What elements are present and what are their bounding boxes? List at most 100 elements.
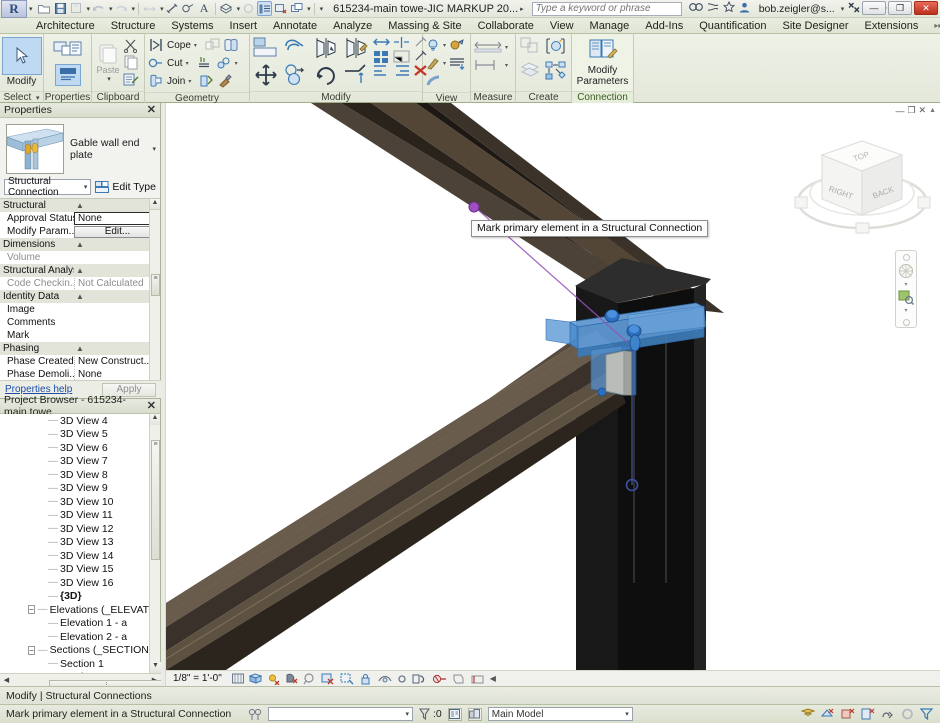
cope-chevron-down-icon[interactable]: ▾ [194,42,197,49]
category-combo[interactable]: Structural Connection ▾ [4,179,91,195]
create-group-icon[interactable] [520,61,542,81]
tree-item-elevation-2-a[interactable]: —Elevation 2 - a [0,630,149,644]
tree-item-3d-view-11[interactable]: —3D View 11 [0,509,149,523]
category-combo-chevron-down-icon[interactable]: ▾ [84,183,88,191]
browser-scroll-up-icon[interactable]: ▲ [150,414,160,425]
design-option-combo[interactable]: Main Model ▾ [488,707,633,721]
design-options-icon[interactable] [841,708,855,720]
filter-icon[interactable] [920,708,935,720]
join-chevron-down-icon[interactable]: ▾ [188,78,191,85]
view-scale-label[interactable]: 1/8" = 1'-0" [173,673,222,684]
view-scroll-up-icon[interactable]: ▲ [929,107,936,114]
navbar-top-dot-icon[interactable] [903,254,910,261]
demolish-icon[interactable] [197,56,212,70]
design-option-chevron-down-icon[interactable]: ▾ [625,710,629,718]
property-row-code-checking[interactable]: Code Checkin... Not Calculated [0,277,160,290]
cut-icon[interactable] [123,38,139,53]
split-chevron-down-icon[interactable]: ▾ [235,60,238,67]
tree-item-3d-view-10[interactable]: —3D View 10 [0,495,149,509]
property-row-approval-status[interactable]: Approval Status None [0,212,160,225]
close-hidden-windows-icon[interactable] [273,1,288,16]
open-icon[interactable] [37,1,52,16]
reveal-chevron-down-icon[interactable]: ▾ [443,42,446,49]
reveal-hidden-elements-bar-icon[interactable] [397,673,407,685]
create-similar-icon[interactable] [520,37,542,57]
constraints-icon[interactable] [452,673,466,685]
detail-level-icon[interactable] [232,673,244,684]
modify-parameters-button[interactable]: Modify Parameters [572,34,633,90]
tab-systems[interactable]: Systems [163,18,221,34]
tab-structure[interactable]: Structure [103,18,164,34]
family-type-chevron-down-icon[interactable]: ▾ [152,145,156,153]
property-row-volume[interactable]: Volume [0,251,160,264]
exchange-apps-icon[interactable] [707,2,719,16]
property-value-approval-status[interactable]: None [74,212,160,225]
save-as-chevron-down-icon[interactable]: ▾ [87,5,91,13]
temporary-hide-isolate-icon[interactable] [378,673,392,685]
properties-scroll-up-icon[interactable]: ▲ [150,199,160,210]
save-icon[interactable] [53,1,68,16]
tab-manage[interactable]: Manage [582,18,638,34]
crop-view-icon[interactable] [321,673,335,685]
section-icon[interactable] [241,1,256,16]
undo-chevron-down-icon[interactable]: ▾ [109,5,113,13]
tree-item-3d-view-12[interactable]: —3D View 12 [0,522,149,536]
view-minimize-icon[interactable]: — [895,106,904,116]
tree-item-3d-view-8[interactable]: —3D View 8 [0,468,149,482]
status-combo-chevron-down-icon[interactable]: ▾ [405,710,409,718]
default-3d-view-chevron-down-icon[interactable]: ▾ [237,5,241,13]
zoom-region-icon[interactable] [898,290,914,305]
reveal-hidden-elements-icon[interactable] [426,38,440,52]
remove-paint-icon[interactable] [217,74,233,88]
group-collapse-phasing-icon[interactable]: ▲ [74,344,86,353]
aligned-dimension-icon[interactable] [165,1,180,16]
join-row[interactable]: Join ▾ [148,72,246,90]
copy-icon[interactable] [123,55,139,70]
tree-item-3d-default-view[interactable]: —{3D} [0,590,149,604]
project-browser-close-icon[interactable]: ✕ [147,401,156,412]
communication-center-icon[interactable] [848,2,860,16]
panel-title-select[interactable]: Select ▾ [0,91,43,103]
tree-item-3d-view-6[interactable]: —3D View 6 [0,441,149,455]
measure-along-element-row[interactable]: ▾ [474,56,512,74]
property-row-phase-created[interactable]: Phase Created New Construct... [0,355,160,368]
view-restore-icon[interactable]: ❐ [907,105,915,116]
tab-overflow-icon[interactable]: ▸▸ [934,21,940,30]
properties-group-structural[interactable]: Structural ▲ [0,199,160,212]
user-account-label[interactable]: bob.zeigler@s... [759,3,835,15]
measure-chevron-down-icon[interactable]: ▾ [160,5,164,13]
modify-button[interactable]: Modify [0,34,43,90]
tab-add-ins[interactable]: Add-Ins [637,18,691,34]
show-crop-region-icon[interactable] [340,673,354,685]
properties-group-identity-data[interactable]: Identity Data ▲ [0,290,160,303]
customize-qat-chevron-down-icon[interactable]: ▾ [320,5,324,13]
edit-family-icon[interactable] [545,37,567,57]
tab-insert[interactable]: Insert [222,18,266,34]
paste-chevron-down-icon[interactable]: ▾ [107,75,111,83]
thin-lines-icon[interactable] [257,1,272,16]
tree-collapse-icon[interactable]: − [28,646,35,655]
array-icon[interactable] [373,50,390,63]
browser-scroll-down-icon[interactable]: ▼ [150,662,161,673]
sun-path-icon[interactable] [267,673,280,685]
worksets-status-icon[interactable] [468,708,482,721]
project-browser-tree[interactable]: —3D View 4 —3D View 5 —3D View 6 —3D Vie… [0,414,149,673]
properties-scroll-thumb[interactable]: ≡ [151,274,160,296]
toggle-icon[interactable] [471,673,485,685]
properties-close-icon[interactable]: ✕ [147,105,156,116]
tab-massing-and-site[interactable]: Massing & Site [380,18,469,34]
property-value-phase-created[interactable]: New Construct... [74,356,160,367]
trim-extend-icon[interactable] [343,63,369,87]
group-collapse-identity-data-icon[interactable]: ▲ [74,292,86,301]
property-row-mark[interactable]: Mark [0,329,160,342]
tab-view[interactable]: View [542,18,582,34]
paint-icon[interactable] [199,74,214,88]
worksharing-display-icon[interactable] [412,673,427,685]
favorites-star-icon[interactable] [723,1,735,16]
property-value-edit-button[interactable]: Edit... [74,226,158,238]
align-left-icon[interactable] [373,64,390,77]
copy-modify-icon[interactable] [283,63,309,87]
tree-item-3d-view-7[interactable]: —3D View 7 [0,455,149,469]
paste-button[interactable]: Paste ▾ [95,43,121,83]
view-close-icon[interactable]: ✕ [919,105,927,116]
